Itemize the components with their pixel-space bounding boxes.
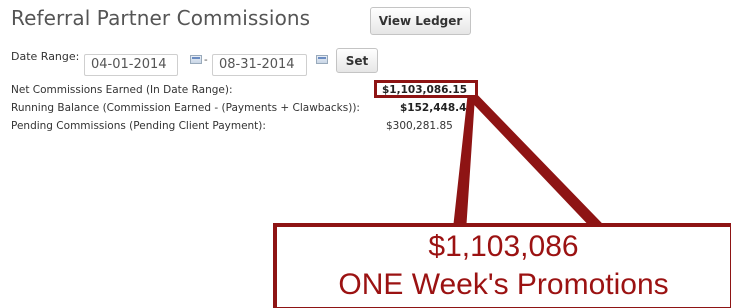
running-balance-label: Running Balance (Commission Earned - (Pa… [11,102,360,114]
calendar-icon[interactable] [190,55,202,64]
date-range-label: Date Range: [11,50,80,63]
highlight-box [374,80,478,98]
pending-commissions-label: Pending Commissions (Pending Client Paym… [11,120,266,132]
annotation-callout: $1,103,086 ONE Week's Promotions [273,223,731,308]
net-commissions-label: Net Commissions Earned (In Date Range): [11,84,233,96]
running-balance-value: $152,448.45 [400,102,474,114]
callout-caption: ONE Week's Promotions [338,268,669,301]
date-separator: - [204,54,208,66]
date-to-input[interactable]: 08-31-2014 [212,54,307,76]
commissions-panel: Referral Partner Commissions View Ledger… [0,0,731,308]
date-from-input[interactable]: 04-01-2014 [84,54,178,76]
pending-commissions-value: $300,281.85 [386,120,453,132]
set-date-range-button[interactable]: Set [336,48,378,73]
view-ledger-button[interactable]: View Ledger [370,7,471,35]
callout-pointer-shape [453,95,606,227]
calendar-icon[interactable] [316,55,328,64]
page-title: Referral Partner Commissions [11,6,311,30]
callout-amount: $1,103,086 [428,230,579,263]
